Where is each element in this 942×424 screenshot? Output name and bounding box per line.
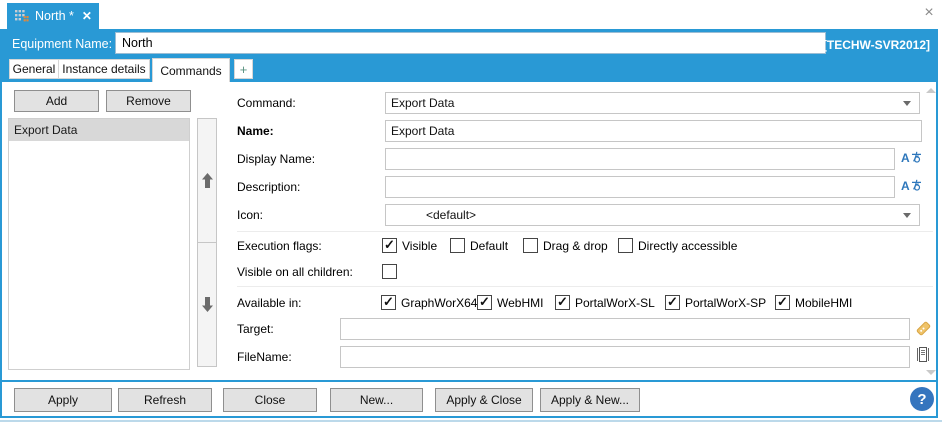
command-value: Export Data [391, 96, 454, 110]
description-input[interactable] [385, 176, 895, 198]
help-button[interactable]: ? [910, 387, 934, 411]
checkbox-icon [450, 238, 465, 253]
scroll-down-icon[interactable] [926, 370, 936, 375]
display-name-input[interactable] [385, 148, 895, 170]
chevron-down-icon [903, 101, 911, 106]
tab-commands[interactable]: Commands [152, 58, 230, 82]
tab-add[interactable]: + [234, 59, 253, 79]
tab-close-icon[interactable]: ✕ [82, 9, 92, 23]
command-dropdown[interactable]: Export Data [385, 92, 920, 114]
commands-tab-content: Add Remove Export Data Command: [2, 82, 936, 380]
checkbox-icon [618, 238, 633, 253]
divider [237, 286, 933, 287]
equipment-name-input[interactable] [115, 32, 826, 54]
description-label: Description: [237, 180, 300, 194]
close-button[interactable]: Close [223, 388, 317, 412]
checkbox-icon [381, 295, 396, 310]
icon-label: Icon: [237, 208, 263, 222]
tab-general[interactable]: General [9, 59, 59, 79]
visible-children-label: Visible on all children: [237, 265, 353, 279]
equipment-dialog: Equipment Name: [TECHW-SVR2012] General … [0, 29, 938, 418]
target-input[interactable] [340, 318, 910, 340]
equipment-icon [15, 10, 29, 23]
display-name-label: Display Name: [237, 152, 315, 166]
scroll-up-icon[interactable] [926, 88, 936, 93]
execution-flags-row: Visible Default Drag & drop Directly acc… [2, 238, 936, 254]
divider [237, 231, 933, 232]
target-label: Target: [237, 322, 274, 336]
icon-dropdown[interactable]: <default> [385, 204, 920, 226]
window-bottom-edge [0, 420, 942, 422]
checkbox-icon [523, 238, 538, 253]
chevron-down-icon [903, 213, 911, 218]
tag-icon[interactable] [915, 320, 932, 340]
tabstrip: General Instance details Commands + [2, 57, 936, 82]
dialog-header: Equipment Name: [TECHW-SVR2012] General … [2, 29, 936, 82]
tab-instance-details[interactable]: Instance details [58, 59, 150, 79]
checkbox-icon [477, 295, 492, 310]
icon-value: <default> [426, 208, 476, 222]
move-up-button[interactable] [197, 118, 217, 243]
add-button[interactable]: Add [14, 90, 99, 112]
available-in-row: GraphWorX64 WebHMI PortalWorX-SL PortalW… [2, 295, 936, 311]
workbench-window: North * ✕ × Equipment Name: [TECHW-SVR20… [0, 0, 942, 424]
checkbox-icon [775, 295, 790, 310]
checkbox-icon [382, 264, 397, 279]
document-tab-label: North * [35, 9, 74, 23]
document-tab-north[interactable]: North * ✕ [7, 3, 99, 29]
localization-icon[interactable]: A [901, 179, 922, 193]
checkbox-icon [555, 295, 570, 310]
localization-icon[interactable]: A [901, 151, 922, 165]
footer-bar: Apply Refresh Close New... Apply & Close… [2, 380, 936, 418]
apply-button[interactable]: Apply [14, 388, 112, 412]
refresh-button[interactable]: Refresh [118, 388, 212, 412]
file-list-icon[interactable] [916, 346, 930, 366]
remove-button[interactable]: Remove [106, 90, 191, 112]
window-close-icon[interactable]: × [920, 4, 938, 22]
equipment-name-label: Equipment Name: [12, 37, 112, 51]
filename-label: FileName: [237, 350, 292, 364]
apply-close-button[interactable]: Apply & Close [435, 388, 533, 412]
command-label: Command: [237, 96, 296, 110]
apply-new-button[interactable]: Apply & New... [540, 388, 640, 412]
new-button[interactable]: New... [330, 388, 423, 412]
list-item-export-data[interactable]: Export Data [9, 119, 189, 141]
filename-input[interactable] [340, 346, 910, 368]
server-name-label: [TECHW-SVR2012] [823, 38, 930, 52]
name-label: Name: [237, 124, 274, 138]
name-input[interactable] [385, 120, 922, 142]
checkbox-icon [665, 295, 680, 310]
checkbox-icon [382, 238, 397, 253]
arrow-up-icon [201, 173, 214, 188]
